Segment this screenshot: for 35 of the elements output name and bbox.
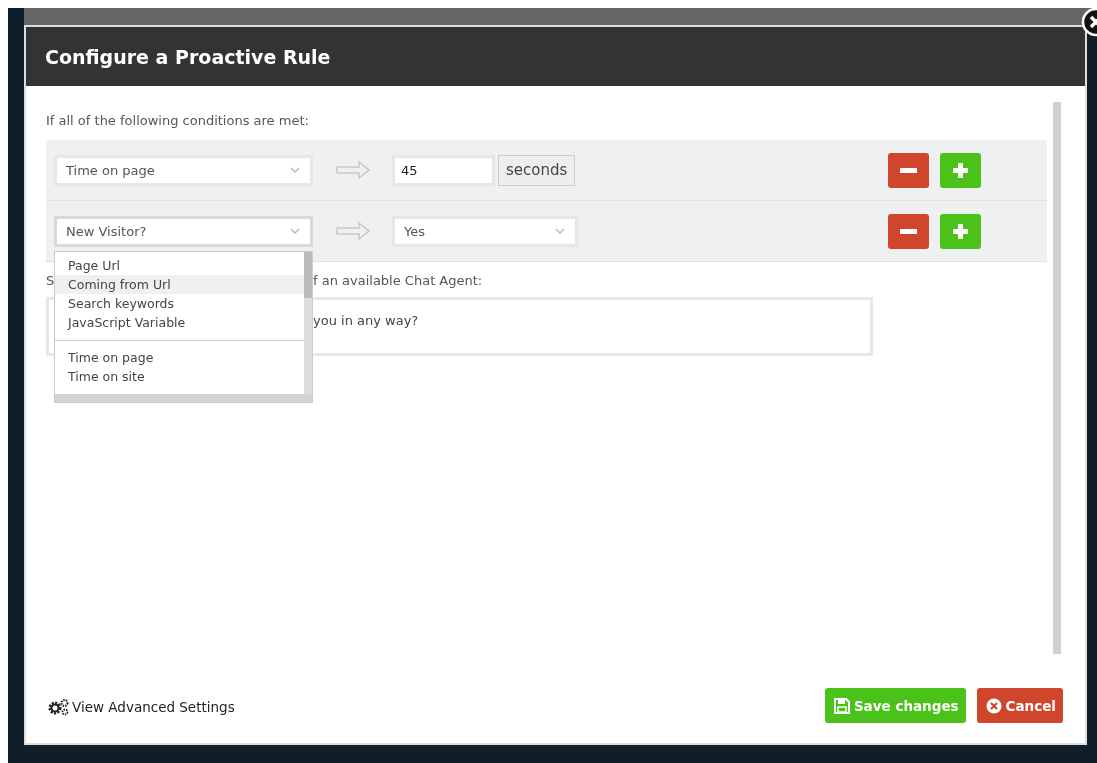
arrow-icon bbox=[336, 221, 370, 241]
caret-icon bbox=[290, 228, 300, 234]
conditions-label: If all of the following conditions are met: bbox=[46, 113, 310, 129]
cancel-button[interactable]: Cancel bbox=[976, 688, 1063, 723]
add-button[interactable] bbox=[940, 152, 981, 188]
dropdown-option[interactable]: Page Url bbox=[55, 256, 304, 275]
caret-icon bbox=[290, 167, 300, 173]
dropdown-option[interactable]: Time on site bbox=[55, 367, 304, 386]
plus-icon bbox=[953, 162, 968, 178]
minus-icon bbox=[900, 228, 917, 234]
message-label: f an available Chat Agent: bbox=[313, 273, 483, 288]
close-circle-icon bbox=[985, 697, 1002, 714]
caret-icon bbox=[555, 228, 565, 234]
plus-icon bbox=[953, 223, 968, 239]
unit-label: seconds bbox=[498, 154, 576, 186]
remove-button[interactable] bbox=[888, 152, 929, 188]
dialog-title: Configure a Proactive Rule bbox=[45, 45, 331, 68]
condition-field-select[interactable]: New Visitor? bbox=[54, 215, 313, 247]
dropdown-option[interactable]: JavaScript Variable bbox=[55, 313, 304, 332]
message-text: you in any way? bbox=[313, 313, 419, 328]
gears-icon bbox=[48, 698, 70, 716]
dropdown-option[interactable]: Coming from Url bbox=[55, 275, 304, 294]
condition-field-select[interactable]: Time on page bbox=[54, 154, 313, 186]
remove-button[interactable] bbox=[888, 213, 929, 249]
arrow-icon bbox=[336, 160, 370, 180]
dropdown-option[interactable]: Search keywords bbox=[55, 294, 304, 313]
advanced-settings-link[interactable]: View Advanced Settings bbox=[46, 698, 235, 716]
message-label: S bbox=[46, 273, 55, 288]
scrollbar[interactable] bbox=[55, 394, 312, 402]
add-button[interactable] bbox=[940, 213, 981, 249]
scrollbar-thumb[interactable] bbox=[304, 252, 312, 298]
scrollbar[interactable] bbox=[1053, 102, 1061, 654]
condition-value-select[interactable]: Yes bbox=[392, 215, 578, 247]
minus-icon bbox=[900, 167, 917, 173]
number-field[interactable]: 45 bbox=[392, 154, 495, 186]
